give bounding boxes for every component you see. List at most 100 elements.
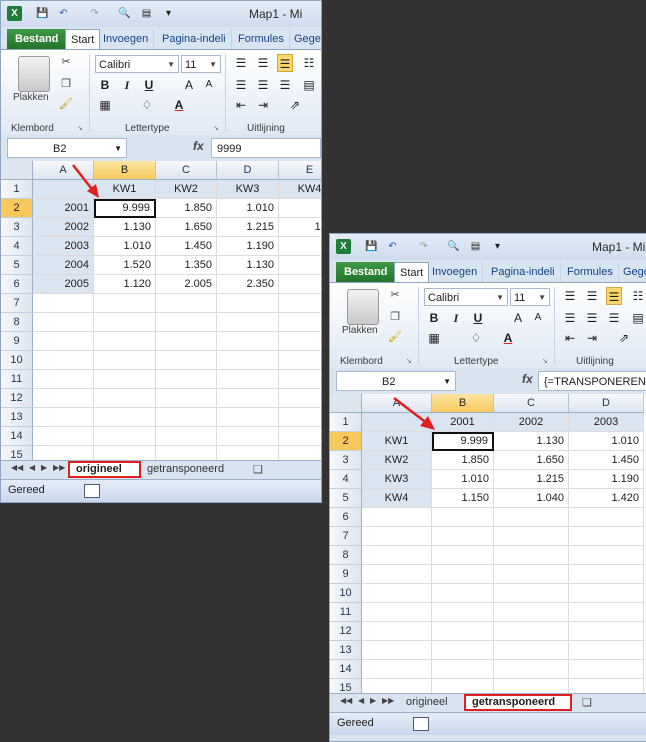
cell-C5[interactable]: 1.350 [156, 256, 217, 275]
cell-B14[interactable] [432, 660, 494, 679]
font-launcher-icon[interactable]: ↘ [542, 357, 548, 365]
tab-insert[interactable]: Invoegen [427, 262, 484, 282]
row-header-8[interactable]: 8 [1, 313, 33, 332]
paste-icon[interactable] [18, 56, 50, 92]
column-header-B[interactable]: B [94, 161, 156, 180]
cell-A9[interactable] [33, 332, 94, 351]
cell-D7[interactable] [569, 527, 644, 546]
row-header-7[interactable]: 7 [1, 294, 33, 313]
cell-B13[interactable] [94, 408, 156, 427]
cell-C7[interactable] [494, 527, 569, 546]
sheet-tab-getransponeerd[interactable]: getransponeerd [141, 461, 230, 478]
cell-C4[interactable]: 1.450 [156, 237, 217, 256]
print-preview-icon[interactable]: 🔍 [117, 6, 132, 21]
merge-center-icon[interactable]: ▤ [630, 309, 646, 327]
macro-record-icon[interactable] [84, 484, 100, 498]
font-name-box[interactable]: Calibri ▼ [424, 288, 508, 306]
column-header-D[interactable]: D [569, 394, 644, 413]
align-right-icon[interactable]: ☰ [606, 309, 622, 327]
last-sheet-icon[interactable]: ▶▶ [53, 463, 65, 472]
row-header-6[interactable]: 6 [1, 275, 33, 294]
cell-A3[interactable]: KW2 [362, 451, 432, 470]
cell-C14[interactable] [494, 660, 569, 679]
cell-A14[interactable] [362, 660, 432, 679]
row-header-11[interactable]: 11 [330, 603, 362, 622]
cell-B4[interactable]: 1.010 [94, 237, 156, 256]
redo-icon[interactable]: ↷ [416, 239, 431, 254]
save-icon[interactable]: 💾 [35, 6, 50, 21]
cell-D10[interactable] [569, 584, 644, 603]
column-header-C[interactable]: C [156, 161, 217, 180]
cell-E10[interactable] [279, 351, 321, 370]
cell-E15[interactable] [279, 446, 321, 460]
tab-home[interactable]: Start [394, 262, 430, 283]
font-color-icon[interactable]: A [500, 329, 516, 347]
cell-C1[interactable]: KW2 [156, 180, 217, 199]
customize-toolbar-icon[interactable]: ▾ [490, 239, 505, 254]
cell-C12[interactable] [494, 622, 569, 641]
row-header-4[interactable]: 4 [1, 237, 33, 256]
insert-function-icon[interactable]: fx [522, 372, 533, 386]
cell-A7[interactable] [362, 527, 432, 546]
cell-A11[interactable] [362, 603, 432, 622]
quick-print-icon[interactable]: ▤ [468, 239, 483, 254]
cell-E8[interactable] [279, 313, 321, 332]
cut-icon[interactable]: ✂ [387, 287, 403, 303]
wrap-text-icon[interactable]: ☷ [630, 287, 646, 305]
cell-D13[interactable] [569, 641, 644, 660]
copy-icon[interactable]: ❐ [58, 76, 74, 92]
cell-D8[interactable] [569, 546, 644, 565]
cell-B15[interactable] [94, 446, 156, 460]
cell-C3[interactable]: 1.650 [156, 218, 217, 237]
cell-B14[interactable] [94, 427, 156, 446]
first-sheet-icon[interactable]: ◀◀ [340, 696, 352, 705]
row-header-3[interactable]: 3 [1, 218, 33, 237]
increase-indent-icon[interactable]: ⇥ [255, 96, 271, 114]
cell-E1[interactable]: KW4 [279, 180, 321, 199]
prev-sheet-icon[interactable]: ◀ [358, 696, 364, 705]
align-top-icon[interactable]: ☰ [233, 54, 249, 72]
cell-C3[interactable]: 1.650 [494, 451, 569, 470]
paste-button[interactable]: Plakken [13, 92, 49, 103]
excel-app-icon[interactable]: X [7, 6, 22, 21]
insert-function-icon[interactable]: fx [193, 139, 204, 153]
shrink-font-icon[interactable]: A [201, 76, 217, 94]
cell-D4[interactable]: 1.190 [569, 470, 644, 489]
cell-B5[interactable]: 1.520 [94, 256, 156, 275]
orientation-icon[interactable]: ⇗ [287, 96, 303, 114]
row-header-12[interactable]: 12 [330, 622, 362, 641]
cell-B10[interactable] [432, 584, 494, 603]
fill-color-icon[interactable]: ♢ [468, 329, 484, 347]
tab-file[interactable]: Bestand [336, 262, 396, 282]
cell-A15[interactable] [33, 446, 94, 460]
row-header-9[interactable]: 9 [330, 565, 362, 584]
cell-A5[interactable]: KW4 [362, 489, 432, 508]
row-header-4[interactable]: 4 [330, 470, 362, 489]
cell-C9[interactable] [156, 332, 217, 351]
sheet-tab-origineel[interactable]: origineel [68, 461, 141, 478]
align-top-icon[interactable]: ☰ [562, 287, 578, 305]
cell-D12[interactable] [569, 622, 644, 641]
cell-C11[interactable] [494, 603, 569, 622]
row-header-6[interactable]: 6 [330, 508, 362, 527]
excel-app-icon[interactable]: X [336, 239, 351, 254]
first-sheet-icon[interactable]: ◀◀ [11, 463, 23, 472]
row-header-2[interactable]: 2 [330, 432, 362, 451]
cell-B1[interactable]: 2001 [432, 413, 494, 432]
cell-D3[interactable]: 1.215 [217, 218, 279, 237]
align-middle-icon[interactable]: ☰ [255, 54, 271, 72]
align-left-icon[interactable]: ☰ [562, 309, 578, 327]
cell-C10[interactable] [156, 351, 217, 370]
row-header-15[interactable]: 15 [330, 679, 362, 693]
cell-A15[interactable] [362, 679, 432, 693]
cell-B12[interactable] [432, 622, 494, 641]
cell-D6[interactable]: 2.350 [217, 275, 279, 294]
cell-B6[interactable]: 1.120 [94, 275, 156, 294]
cell-D15[interactable] [569, 679, 644, 693]
row-header-1[interactable]: 1 [1, 180, 33, 199]
cell-D12[interactable] [217, 389, 279, 408]
cell-C13[interactable] [494, 641, 569, 660]
cell-B4[interactable]: 1.010 [432, 470, 494, 489]
row-header-15[interactable]: 15 [1, 446, 33, 460]
row-header-14[interactable]: 14 [1, 427, 33, 446]
